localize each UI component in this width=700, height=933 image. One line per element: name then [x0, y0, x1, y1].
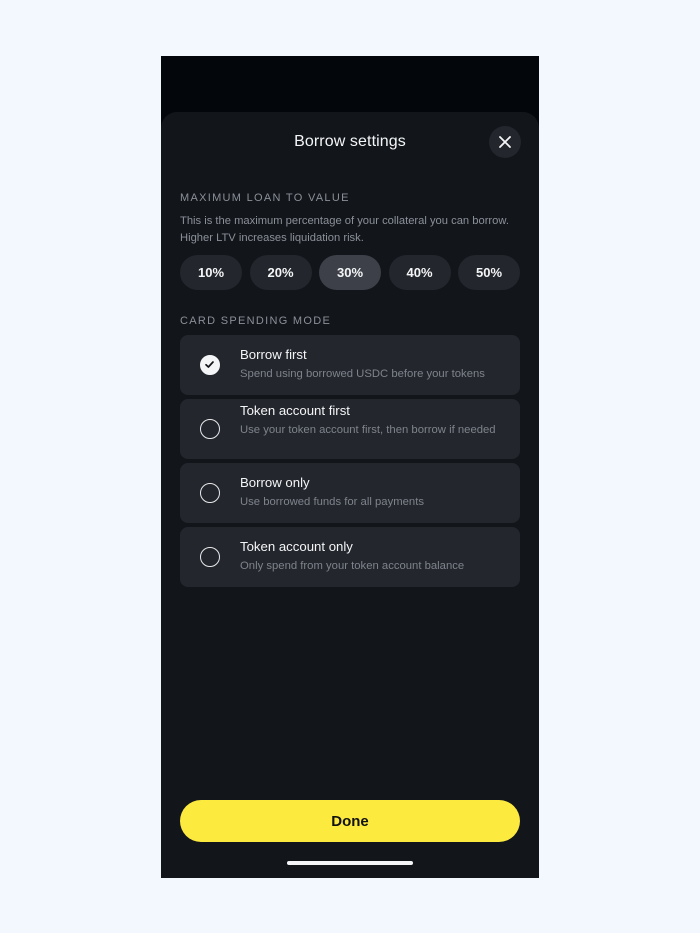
mode-title: Borrow only — [240, 475, 310, 490]
spending-section-label: CARD SPENDING MODE — [180, 315, 332, 327]
ltv-option-20[interactable]: 20% — [249, 255, 312, 290]
radio-unchecked-icon — [200, 547, 220, 567]
mode-option-token-account-first[interactable]: Token account first Use your token accou… — [180, 399, 520, 459]
ltv-section-label: MAXIMUM LOAN TO VALUE — [180, 192, 350, 204]
mode-description: Only spend from your token account balan… — [240, 560, 465, 572]
close-icon — [499, 136, 511, 148]
home-indicator — [287, 861, 413, 865]
mode-description: Spend using borrowed USDC before your to… — [240, 368, 485, 380]
close-button[interactable] — [489, 126, 521, 158]
mode-option-borrow-only[interactable]: Borrow only Use borrowed funds for all p… — [180, 463, 520, 523]
mode-title: Token account only — [240, 539, 353, 554]
sheet-header: Borrow settings — [161, 112, 539, 172]
mode-option-borrow-first[interactable]: Borrow first Spend using borrowed USDC b… — [180, 335, 520, 395]
radio-unchecked-icon — [200, 419, 220, 439]
mode-option-token-account-only[interactable]: Token account only Only spend from your … — [180, 527, 520, 587]
mode-description: Use borrowed funds for all payments — [240, 496, 424, 508]
ltv-option-10[interactable]: 10% — [180, 255, 242, 290]
mode-title: Borrow first — [240, 347, 307, 362]
radio-unchecked-icon — [200, 483, 220, 503]
ltv-option-50[interactable]: 50% — [458, 255, 520, 290]
ltv-description: This is the maximum percentage of your c… — [180, 215, 509, 244]
phone-screen: Borrow settings MAXIMUM LOAN TO VALUE Th… — [161, 56, 539, 878]
sheet-title: Borrow settings — [294, 133, 406, 150]
ltv-options: 10% 20% 30% 40% 50% — [180, 255, 520, 290]
ltv-option-40[interactable]: 40% — [388, 255, 451, 290]
done-button[interactable]: Done — [180, 800, 520, 842]
radio-checked-icon — [200, 355, 220, 375]
borrow-settings-sheet: Borrow settings MAXIMUM LOAN TO VALUE Th… — [161, 112, 539, 878]
mode-title: Token account first — [240, 403, 350, 418]
ltv-option-30[interactable]: 30% — [319, 255, 381, 290]
mode-description: Use your token account first, then borro… — [240, 424, 496, 436]
